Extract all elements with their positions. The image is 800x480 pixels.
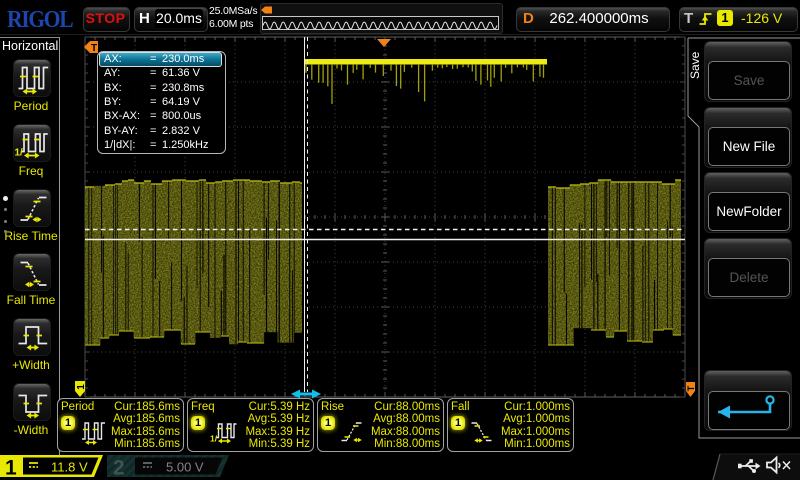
- svg-text:1: 1: [5, 457, 17, 480]
- svg-text:1: 1: [76, 384, 87, 390]
- svg-text:T: T: [91, 43, 97, 54]
- svg-text:11.8 V: 11.8 V: [51, 460, 88, 475]
- svg-text:Save: Save: [688, 51, 702, 79]
- svg-text:5.00 V: 5.00 V: [166, 460, 204, 475]
- svg-text:2: 2: [113, 457, 125, 480]
